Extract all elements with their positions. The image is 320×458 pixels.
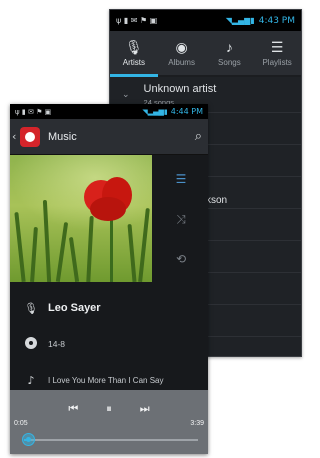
battery-icon: ▮: [250, 16, 255, 25]
microphone-icon: 🎙: [24, 301, 38, 315]
image-icon: ▣: [149, 16, 158, 25]
status-time: 4:44 PM: [170, 107, 203, 116]
usb-icon: ψ: [15, 107, 20, 116]
notification-icon: ⚑: [36, 107, 43, 116]
tab-playlists[interactable]: ☰ Playlists: [253, 31, 301, 75]
back-chevron-icon[interactable]: ‹: [12, 130, 20, 143]
elapsed-time: 0:05: [14, 420, 28, 427]
status-time: 4:43 PM: [258, 15, 295, 26]
status-bar: ψ ▮ ✉ ⚑ ▣ ◥ ▂▄▆ ▮ 4:44 PM: [10, 104, 208, 119]
seek-bar[interactable]: [24, 439, 198, 441]
shuffle-icon[interactable]: ⤨: [176, 212, 186, 226]
chevron-down-icon: ⌄: [122, 89, 130, 99]
library-tabs: 🎙 Artists ◉ Albums ♪ Songs ☰ Playlists: [110, 31, 301, 77]
artist-row[interactable]: 🎙 Leo Sayer: [10, 290, 208, 326]
music-note-icon: ♪: [27, 373, 35, 387]
artist-name: Leo Sayer: [48, 302, 101, 314]
song-title: I Love You More Than I Can Say: [48, 375, 164, 385]
previous-icon[interactable]: ⏮: [68, 402, 78, 416]
partial-artist-text: kson: [206, 195, 228, 206]
message-icon: ✉: [130, 16, 138, 25]
notification-icon: ⚑: [140, 16, 148, 25]
screenshot-stage: ψ ▮ ✉ ⚑ ▣ ◥ ▂▄▆ ▮ 4:43 PM 🎙 Artists ◉ Al…: [0, 0, 306, 458]
status-bar: ψ ▮ ✉ ⚑ ▣ ◥ ▂▄▆ ▮ 4:43 PM: [110, 10, 301, 31]
image-icon: ▣: [44, 107, 52, 116]
album-row[interactable]: 14-8: [10, 326, 208, 362]
tab-label: Artists: [122, 58, 145, 67]
battery-icon: ▮: [163, 107, 168, 116]
now-playing-screen: ψ ▮ ✉ ⚑ ▣ ◥ ▂▄▆ ▮ 4:44 PM ‹ Music ⌕ ☰ ⤨ …: [10, 104, 208, 454]
tab-songs[interactable]: ♪ Songs: [206, 31, 254, 75]
tab-label: Albums: [168, 58, 195, 67]
microphone-icon: 🎙: [124, 39, 143, 55]
album-name: 14-8: [48, 339, 66, 349]
disc-icon: ◉: [175, 39, 188, 55]
pause-icon[interactable]: ⏸: [106, 402, 112, 416]
tab-label: Songs: [218, 58, 241, 67]
app-title: Music: [48, 130, 77, 143]
queue-list-icon[interactable]: ☰: [176, 172, 187, 186]
transport-controls: ⏮ ⏸ ⏭: [10, 402, 208, 416]
album-art: [10, 155, 152, 282]
tab-albums[interactable]: ◉ Albums: [158, 31, 206, 75]
app-bar: ‹ Music ⌕: [10, 119, 208, 155]
seek-handle[interactable]: [21, 433, 35, 446]
track-info: 🎙 Leo Sayer 14-8 ♪ I Love You More Than …: [10, 290, 208, 398]
playlist-icon: ☰: [270, 39, 284, 55]
music-app-icon[interactable]: [20, 126, 40, 147]
tab-label: Playlists: [262, 58, 292, 67]
next-icon[interactable]: ⏭: [140, 402, 150, 416]
signal-icon: ▂▄▆: [231, 16, 251, 25]
message-icon: ✉: [27, 107, 34, 116]
playback-options: ☰ ⤨ ⟲: [170, 172, 192, 266]
usb-icon: ψ: [116, 16, 122, 25]
search-icon[interactable]: ⌕: [195, 129, 202, 144]
battery-saver-icon: ▮: [21, 107, 26, 116]
battery-saver-icon: ▮: [123, 16, 129, 25]
repeat-icon[interactable]: ⟲: [176, 252, 186, 266]
signal-icon: ▂▄▆: [147, 107, 164, 116]
music-note-icon: ♪: [225, 39, 233, 55]
tab-artists[interactable]: 🎙 Artists: [110, 31, 158, 77]
artist-title: Unknown artist: [143, 82, 217, 95]
total-duration: 3:39: [190, 420, 204, 427]
disc-icon: [25, 336, 37, 349]
player-bar: ⏮ ⏸ ⏭ 0:05 3:39: [10, 390, 208, 454]
